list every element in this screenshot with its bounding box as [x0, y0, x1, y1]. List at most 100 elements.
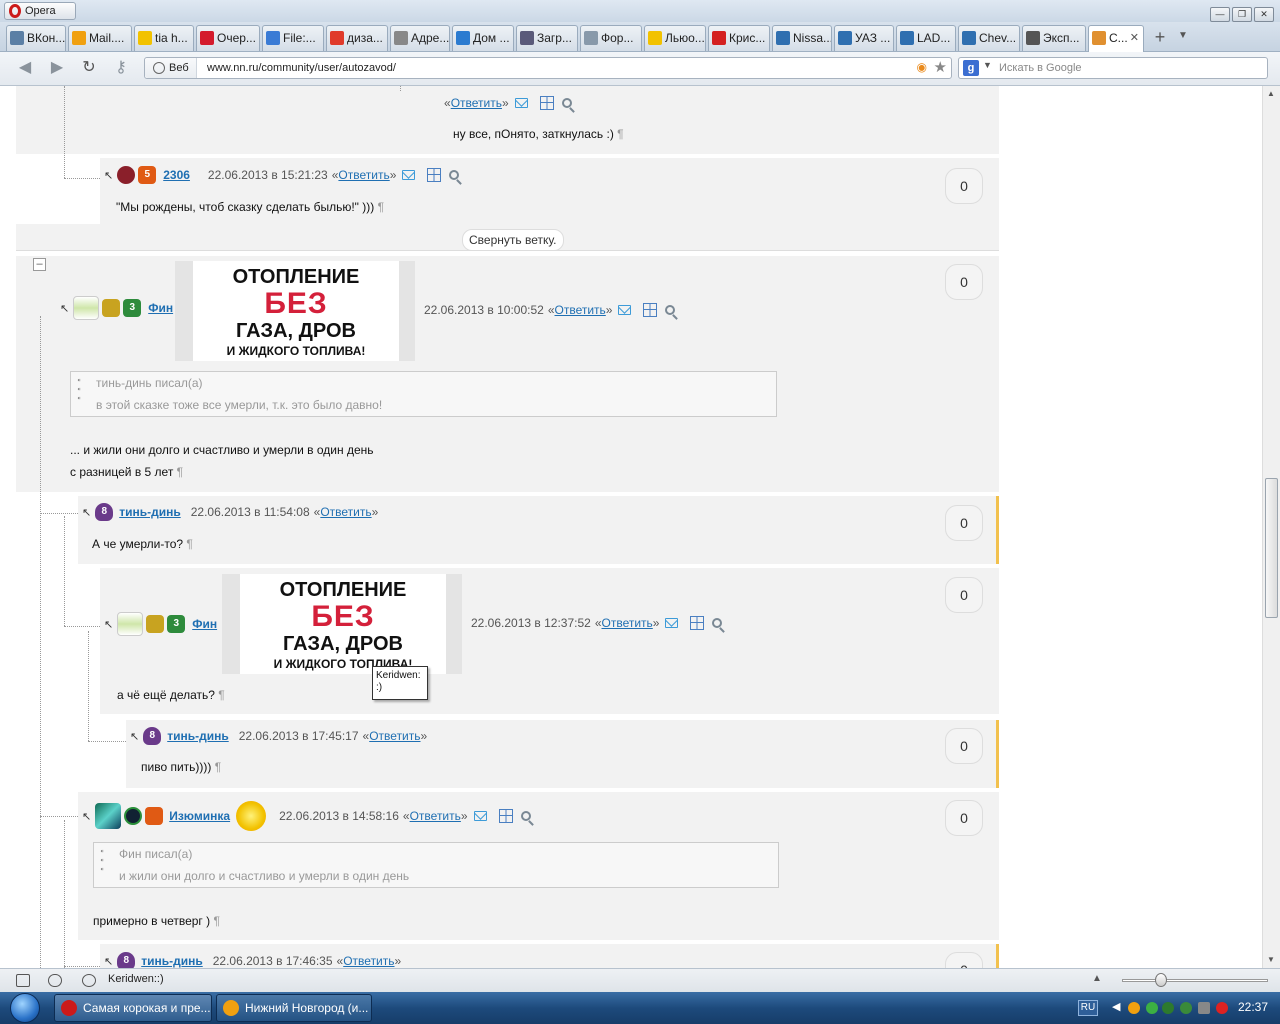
- username-link[interactable]: Фин: [148, 301, 173, 315]
- language-indicator[interactable]: RU: [1078, 1000, 1098, 1016]
- magnifier-icon[interactable]: [520, 811, 531, 821]
- zoom-up-arrow-icon[interactable]: ▲: [1092, 973, 1102, 984]
- tab[interactable]: УАЗ ...: [834, 25, 894, 51]
- gift-icon[interactable]: [690, 616, 705, 630]
- parent-arrow-icon[interactable]: ↖: [82, 506, 91, 519]
- tab[interactable]: Дом ...: [452, 25, 514, 51]
- speaker-icon[interactable]: [1198, 1002, 1210, 1014]
- magnifier-icon[interactable]: [665, 305, 676, 315]
- scrollbar-thumb[interactable]: [1265, 478, 1278, 618]
- back-arrow-icon[interactable]: ◀: [14, 58, 36, 80]
- tab[interactable]: LAD...: [896, 25, 956, 51]
- tab[interactable]: Адре...: [390, 25, 450, 51]
- parent-arrow-icon[interactable]: ↖: [104, 169, 113, 182]
- username-link[interactable]: Фин: [192, 617, 217, 631]
- web-scope-button[interactable]: Веб: [145, 58, 197, 78]
- username-link[interactable]: тинь-динь: [141, 954, 203, 968]
- username-link[interactable]: тинь-динь: [167, 729, 229, 743]
- magnifier-icon[interactable]: [712, 618, 723, 628]
- reply-link[interactable]: Ответить: [410, 809, 461, 823]
- tab[interactable]: диза...: [326, 25, 388, 51]
- clock[interactable]: 22:37: [1238, 1000, 1268, 1014]
- tab[interactable]: Mail....: [68, 25, 132, 51]
- zoom-slider-thumb[interactable]: [1155, 973, 1167, 987]
- mail-icon[interactable]: [402, 170, 416, 180]
- network-icon[interactable]: [1146, 1002, 1158, 1014]
- magnifier-icon[interactable]: [561, 98, 572, 108]
- key-icon[interactable]: ⚷: [110, 58, 132, 80]
- parent-arrow-icon[interactable]: ↖: [82, 810, 91, 823]
- collapse-thread-button[interactable]: Свернуть ветку.: [462, 229, 564, 251]
- reply-link[interactable]: Ответить: [369, 729, 420, 743]
- taskbar-item-opera[interactable]: Самая корокая и пре...: [54, 994, 212, 1022]
- bookmark-star-icon[interactable]: ★: [934, 58, 947, 76]
- tray-app-icon[interactable]: [1162, 1002, 1174, 1014]
- cloud-icon[interactable]: [48, 974, 62, 987]
- tab[interactable]: Льюо...: [644, 25, 706, 51]
- ad-banner[interactable]: ОТОПЛЕНИЕ БЕЗ ГАЗА, ДРОВ И ЖИДКОГО ТОПЛИ…: [175, 261, 415, 361]
- maximize-button[interactable]: ❐: [1232, 7, 1252, 22]
- gift-icon[interactable]: [498, 809, 513, 823]
- reply-link[interactable]: Ответить: [602, 616, 653, 630]
- close-window-button[interactable]: ✕: [1254, 7, 1274, 22]
- reply-link[interactable]: Ответить: [343, 954, 394, 968]
- parent-arrow-icon[interactable]: ↖: [60, 302, 69, 315]
- avatar[interactable]: [117, 166, 136, 184]
- tab[interactable]: Загр...: [516, 25, 578, 51]
- reply-link[interactable]: Ответить: [451, 96, 502, 110]
- opera-menu-button[interactable]: Opera: [4, 2, 76, 20]
- info-icon[interactable]: [1180, 1002, 1192, 1014]
- forward-arrow-icon[interactable]: ▶: [46, 58, 68, 80]
- vertical-scrollbar[interactable]: ▲ ▼: [1262, 86, 1280, 968]
- tab[interactable]: Крис...: [708, 25, 770, 51]
- reply-link[interactable]: Ответить: [555, 303, 606, 317]
- taskbar-item-browser[interactable]: Нижний Новгород (и...: [216, 994, 372, 1022]
- speed-dial-icon[interactable]: [82, 974, 96, 987]
- avatar[interactable]: [73, 296, 100, 320]
- tab[interactable]: Эксп...: [1022, 25, 1086, 51]
- address-input[interactable]: www.nn.ru/community/user/autozavod/: [207, 58, 396, 78]
- tray-app-icon[interactable]: [1128, 1002, 1140, 1014]
- username-link[interactable]: 2306: [163, 168, 190, 182]
- tab[interactable]: Chev...: [958, 25, 1020, 51]
- rating-score[interactable]: 0: [945, 577, 983, 613]
- reload-icon[interactable]: ↻: [78, 58, 100, 80]
- mail-icon[interactable]: [473, 811, 487, 821]
- rating-score[interactable]: 0: [945, 800, 983, 836]
- tab-list-chevron-down-icon[interactable]: ▼: [1178, 30, 1188, 41]
- panel-toggle-icon[interactable]: [16, 974, 30, 987]
- tab[interactable]: ВКон...: [6, 25, 66, 51]
- parent-arrow-icon[interactable]: ↖: [104, 618, 113, 631]
- scroll-up-arrow-icon[interactable]: ▲: [1267, 89, 1275, 98]
- rating-score[interactable]: 0: [945, 264, 983, 300]
- rating-score[interactable]: 0: [945, 505, 983, 541]
- collapse-toggle-button[interactable]: –: [33, 258, 46, 271]
- tab[interactable]: tia h...: [134, 25, 194, 51]
- address-bar[interactable]: Веб www.nn.ru/community/user/autozavod/ …: [144, 57, 952, 79]
- rss-feed-icon[interactable]: ◉: [917, 60, 927, 74]
- tab[interactable]: С... ✕: [1088, 25, 1144, 52]
- search-field[interactable]: g ▼ Искать в Google: [958, 57, 1268, 79]
- mail-icon[interactable]: [665, 618, 679, 628]
- show-hidden-icons-chevron-icon[interactable]: ◀: [1112, 1000, 1120, 1013]
- ad-banner[interactable]: ОТОПЛЕНИЕ БЕЗ ГАЗА, ДРОВ И ЖИДКОГО ТОПЛИ…: [222, 574, 462, 674]
- security-alert-icon[interactable]: [1216, 1002, 1228, 1014]
- close-tab-icon[interactable]: ✕: [1130, 26, 1139, 50]
- tab[interactable]: File:...: [262, 25, 324, 51]
- tab[interactable]: Очер...: [196, 25, 260, 51]
- minimize-button[interactable]: —: [1210, 7, 1230, 22]
- zoom-slider[interactable]: [1122, 979, 1268, 982]
- search-input[interactable]: Искать в Google: [999, 58, 1082, 78]
- search-engine-chevron-down-icon[interactable]: ▼: [983, 60, 992, 70]
- parent-arrow-icon[interactable]: ↖: [104, 955, 113, 968]
- username-link[interactable]: тинь-динь: [119, 505, 181, 519]
- new-tab-button[interactable]: +: [1150, 28, 1170, 48]
- mail-icon[interactable]: [618, 305, 632, 315]
- magnifier-icon[interactable]: [449, 170, 460, 180]
- tab[interactable]: Nissa...: [772, 25, 832, 51]
- parent-arrow-icon[interactable]: ↖: [130, 730, 139, 743]
- gift-icon[interactable]: [643, 303, 658, 317]
- reply-link[interactable]: Ответить: [338, 168, 389, 182]
- butterfly-avatar[interactable]: [95, 803, 122, 829]
- start-button[interactable]: [4, 992, 48, 1024]
